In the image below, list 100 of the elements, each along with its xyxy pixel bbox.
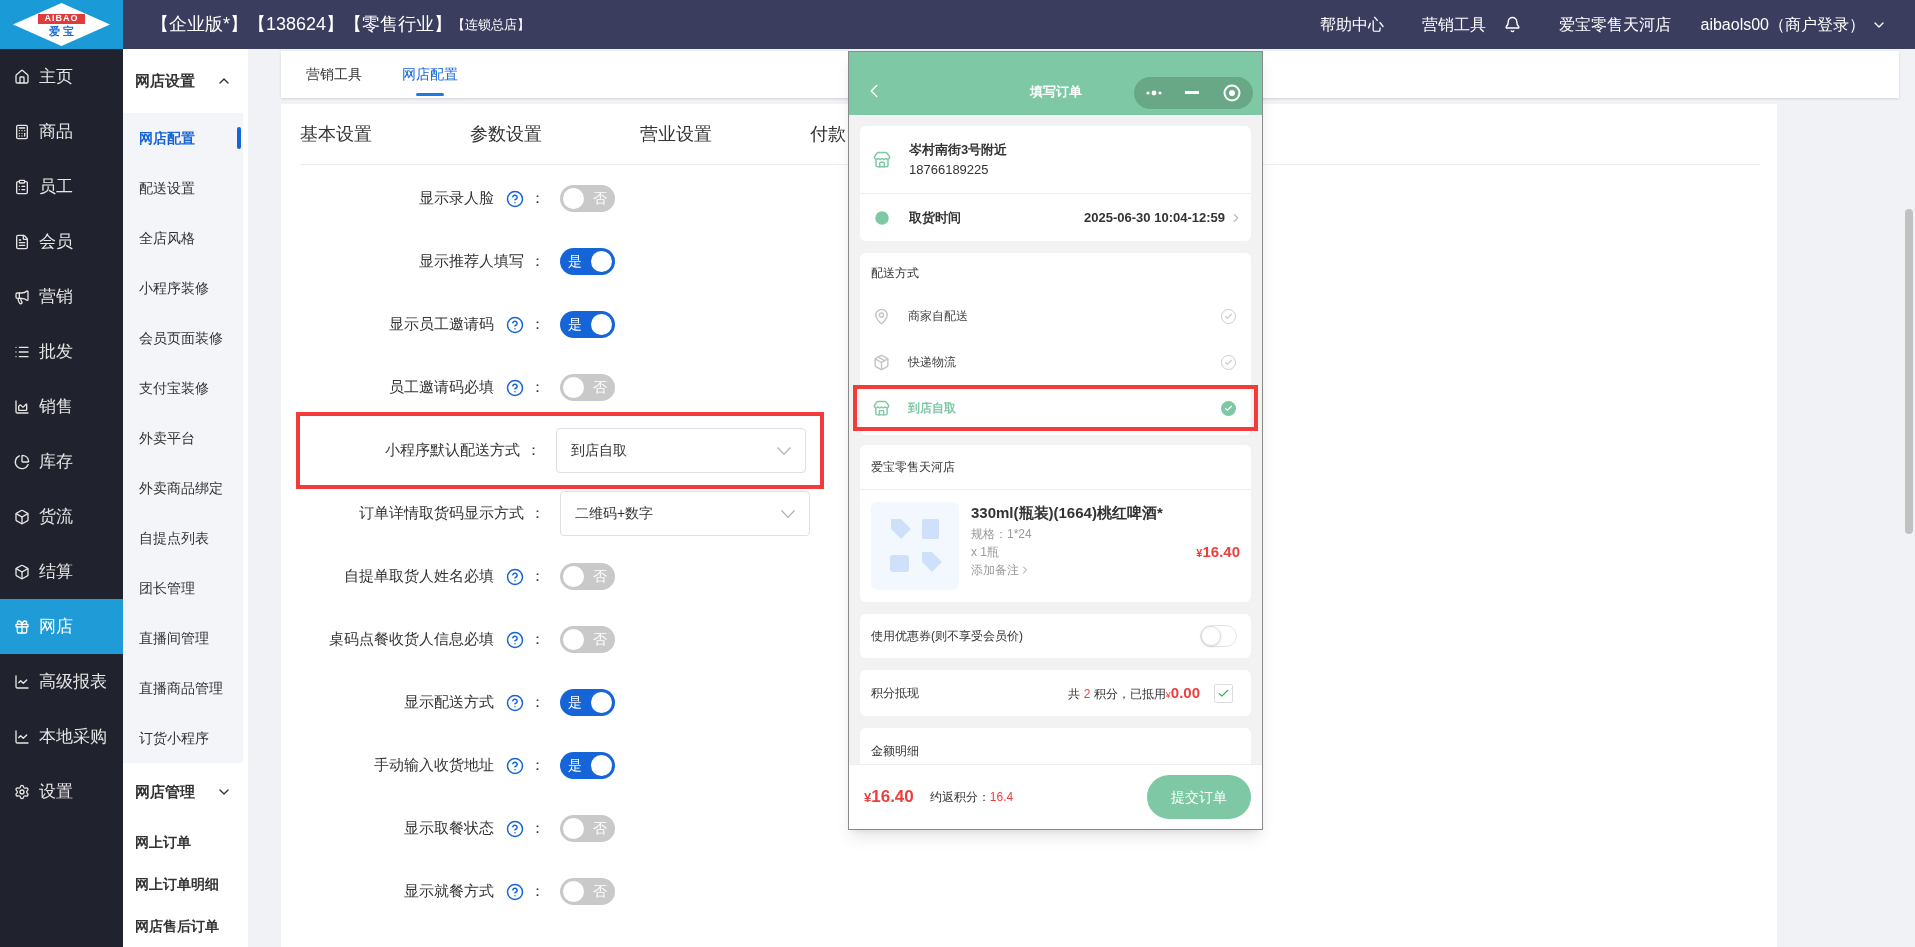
sidebar-item[interactable]: 销售 bbox=[0, 379, 123, 434]
settings-tab[interactable]: 参数设置 bbox=[470, 120, 542, 148]
help-icon[interactable] bbox=[506, 378, 524, 397]
nav-link[interactable]: 网店售后订单 bbox=[123, 905, 248, 947]
sidebar-item[interactable]: 本地采购 bbox=[0, 709, 123, 764]
setting-label: 自提单取货人姓名必填 bbox=[344, 566, 494, 587]
setting-label: 小程序默认配送方式 bbox=[385, 440, 520, 461]
minimize-icon[interactable] bbox=[1185, 91, 1200, 95]
nav-item[interactable]: 外卖平台 bbox=[123, 413, 243, 463]
select-field[interactable]: 二维码+数字 bbox=[560, 491, 810, 536]
toggle-switch[interactable]: 是 bbox=[560, 248, 615, 275]
nav-link[interactable]: 网上订单明细 bbox=[123, 863, 248, 905]
account-subtitle: 【连锁总店】 bbox=[452, 15, 531, 34]
delivery-option[interactable]: 快递物流 bbox=[860, 339, 1251, 385]
calculator-icon bbox=[14, 123, 30, 140]
chevron-down-icon bbox=[781, 509, 795, 518]
scrollbar[interactable] bbox=[1905, 209, 1913, 534]
header-link[interactable]: 帮助中心 bbox=[1319, 12, 1384, 37]
help-icon[interactable] bbox=[506, 630, 524, 649]
settings-icon bbox=[14, 783, 30, 800]
sidebar-item[interactable]: 员工 bbox=[0, 159, 123, 214]
store-name[interactable]: 爱宝零售天河店 bbox=[1558, 12, 1671, 37]
sidebar-item[interactable]: 批发 bbox=[0, 324, 123, 379]
settings-tab[interactable]: 基本设置 bbox=[300, 120, 372, 148]
nav-section-header[interactable]: 网店设置 bbox=[123, 49, 248, 113]
help-icon[interactable] bbox=[506, 315, 524, 334]
cube-icon bbox=[14, 508, 30, 525]
colon: ： bbox=[530, 314, 545, 335]
nav-item[interactable]: 外卖商品绑定 bbox=[123, 463, 243, 513]
help-icon[interactable] bbox=[506, 819, 524, 838]
help-icon[interactable] bbox=[506, 189, 524, 208]
colon: ： bbox=[530, 377, 545, 398]
settings-tab[interactable]: 营业设置 bbox=[640, 120, 712, 148]
line-chart-icon bbox=[14, 673, 30, 690]
nav-item[interactable]: 小程序装修 bbox=[123, 263, 243, 313]
nav-item[interactable]: 自提点列表 bbox=[123, 513, 243, 563]
colon: ： bbox=[530, 692, 545, 713]
more-icon[interactable] bbox=[1145, 90, 1162, 96]
delivery-option[interactable]: 商家自配送 bbox=[860, 293, 1251, 339]
setting-label: 订单详情取货码显示方式 bbox=[359, 503, 524, 524]
nav-item[interactable]: 配送设置 bbox=[123, 163, 243, 213]
clipboard-icon bbox=[14, 178, 30, 195]
setting-label: 显示员工邀请码 bbox=[389, 314, 494, 335]
coupon-label: 使用优惠券(则不享受会员价) bbox=[871, 628, 1023, 645]
nav-item[interactable]: 支付宝装修 bbox=[123, 363, 243, 413]
pickup-time-row[interactable]: 取货时间 2025-06-30 10:04-12:59 bbox=[860, 194, 1251, 241]
settings-tab[interactable]: 付款 bbox=[810, 120, 846, 148]
coupon-switch[interactable] bbox=[1200, 625, 1237, 647]
area-chart-icon bbox=[14, 398, 30, 415]
user-menu[interactable]: aibaols00（商户登录） bbox=[1700, 12, 1887, 37]
bell-icon[interactable] bbox=[1503, 16, 1521, 33]
phone-title: 填写订单 bbox=[1029, 82, 1082, 101]
sidebar-item[interactable]: 货流 bbox=[0, 489, 123, 544]
toggle-switch[interactable]: 是 bbox=[560, 311, 615, 338]
colon: ： bbox=[530, 818, 545, 839]
sidebar-item[interactable]: 商品 bbox=[0, 104, 123, 159]
points-checkbox[interactable] bbox=[1214, 683, 1233, 703]
setting-label: 显示就餐方式 bbox=[404, 881, 494, 902]
setting-label: 手动输入收货地址 bbox=[374, 755, 494, 776]
product-name: 330ml(瓶装)(1664)桃红啤酒* bbox=[971, 503, 1164, 523]
sidebar-item[interactable]: 结算 bbox=[0, 544, 123, 599]
help-icon[interactable] bbox=[506, 567, 524, 586]
target-icon[interactable] bbox=[1223, 84, 1242, 102]
pin-icon bbox=[873, 307, 890, 325]
capsule-menu[interactable] bbox=[1134, 77, 1253, 109]
product-spec: 规格：1*24 bbox=[971, 525, 1032, 543]
toggle-switch[interactable]: 是 bbox=[560, 752, 615, 779]
header-link[interactable]: 营销工具 bbox=[1421, 12, 1486, 37]
sidebar-item[interactable]: 设置 bbox=[0, 764, 123, 819]
page-tab[interactable]: 网店配置 bbox=[402, 51, 458, 98]
help-icon[interactable] bbox=[506, 882, 524, 901]
select-field[interactable]: 到店自取 bbox=[556, 428, 806, 473]
points-summary: 共 2 积分，已抵用¥0.00 bbox=[1068, 682, 1200, 703]
nav-item[interactable]: 全店风格 bbox=[123, 213, 243, 263]
document-icon bbox=[14, 233, 30, 250]
sidebar-item[interactable]: 库存 bbox=[0, 434, 123, 489]
nav-item[interactable]: 直播商品管理 bbox=[123, 663, 243, 713]
sidebar-item[interactable]: 会员 bbox=[0, 214, 123, 269]
nav-link[interactable]: 网上订单 bbox=[123, 821, 248, 863]
help-icon[interactable] bbox=[506, 756, 524, 775]
setting-label: 显示取餐状态 bbox=[404, 818, 494, 839]
sidebar-item[interactable]: 营销 bbox=[0, 269, 123, 324]
sidebar-item[interactable]: 主页 bbox=[0, 49, 123, 104]
toggle-switch[interactable]: 是 bbox=[560, 689, 615, 716]
setting-label: 显示录人脸 bbox=[419, 188, 494, 209]
nav-item[interactable]: 团长管理 bbox=[123, 563, 243, 613]
nav-item[interactable]: 直播间管理 bbox=[123, 613, 243, 663]
package-icon bbox=[873, 353, 890, 371]
total-price: ¥16.40 bbox=[864, 786, 914, 809]
sidebar-item[interactable]: 高级报表 bbox=[0, 654, 123, 709]
megaphone-icon bbox=[14, 288, 30, 305]
nav-item[interactable]: 会员页面装修 bbox=[123, 313, 243, 363]
nav-item[interactable]: 订货小程序 bbox=[123, 713, 243, 763]
cube-icon bbox=[14, 563, 30, 580]
page-tab[interactable]: 营销工具 bbox=[306, 51, 362, 98]
nav-section-header[interactable]: 网店管理 bbox=[123, 763, 248, 821]
help-icon[interactable] bbox=[506, 693, 524, 712]
product-quantity: x 1瓶 bbox=[971, 543, 1000, 561]
amount-detail-title: 金额明细 bbox=[871, 744, 919, 758]
nav-item[interactable]: 网店配置 bbox=[123, 113, 243, 163]
